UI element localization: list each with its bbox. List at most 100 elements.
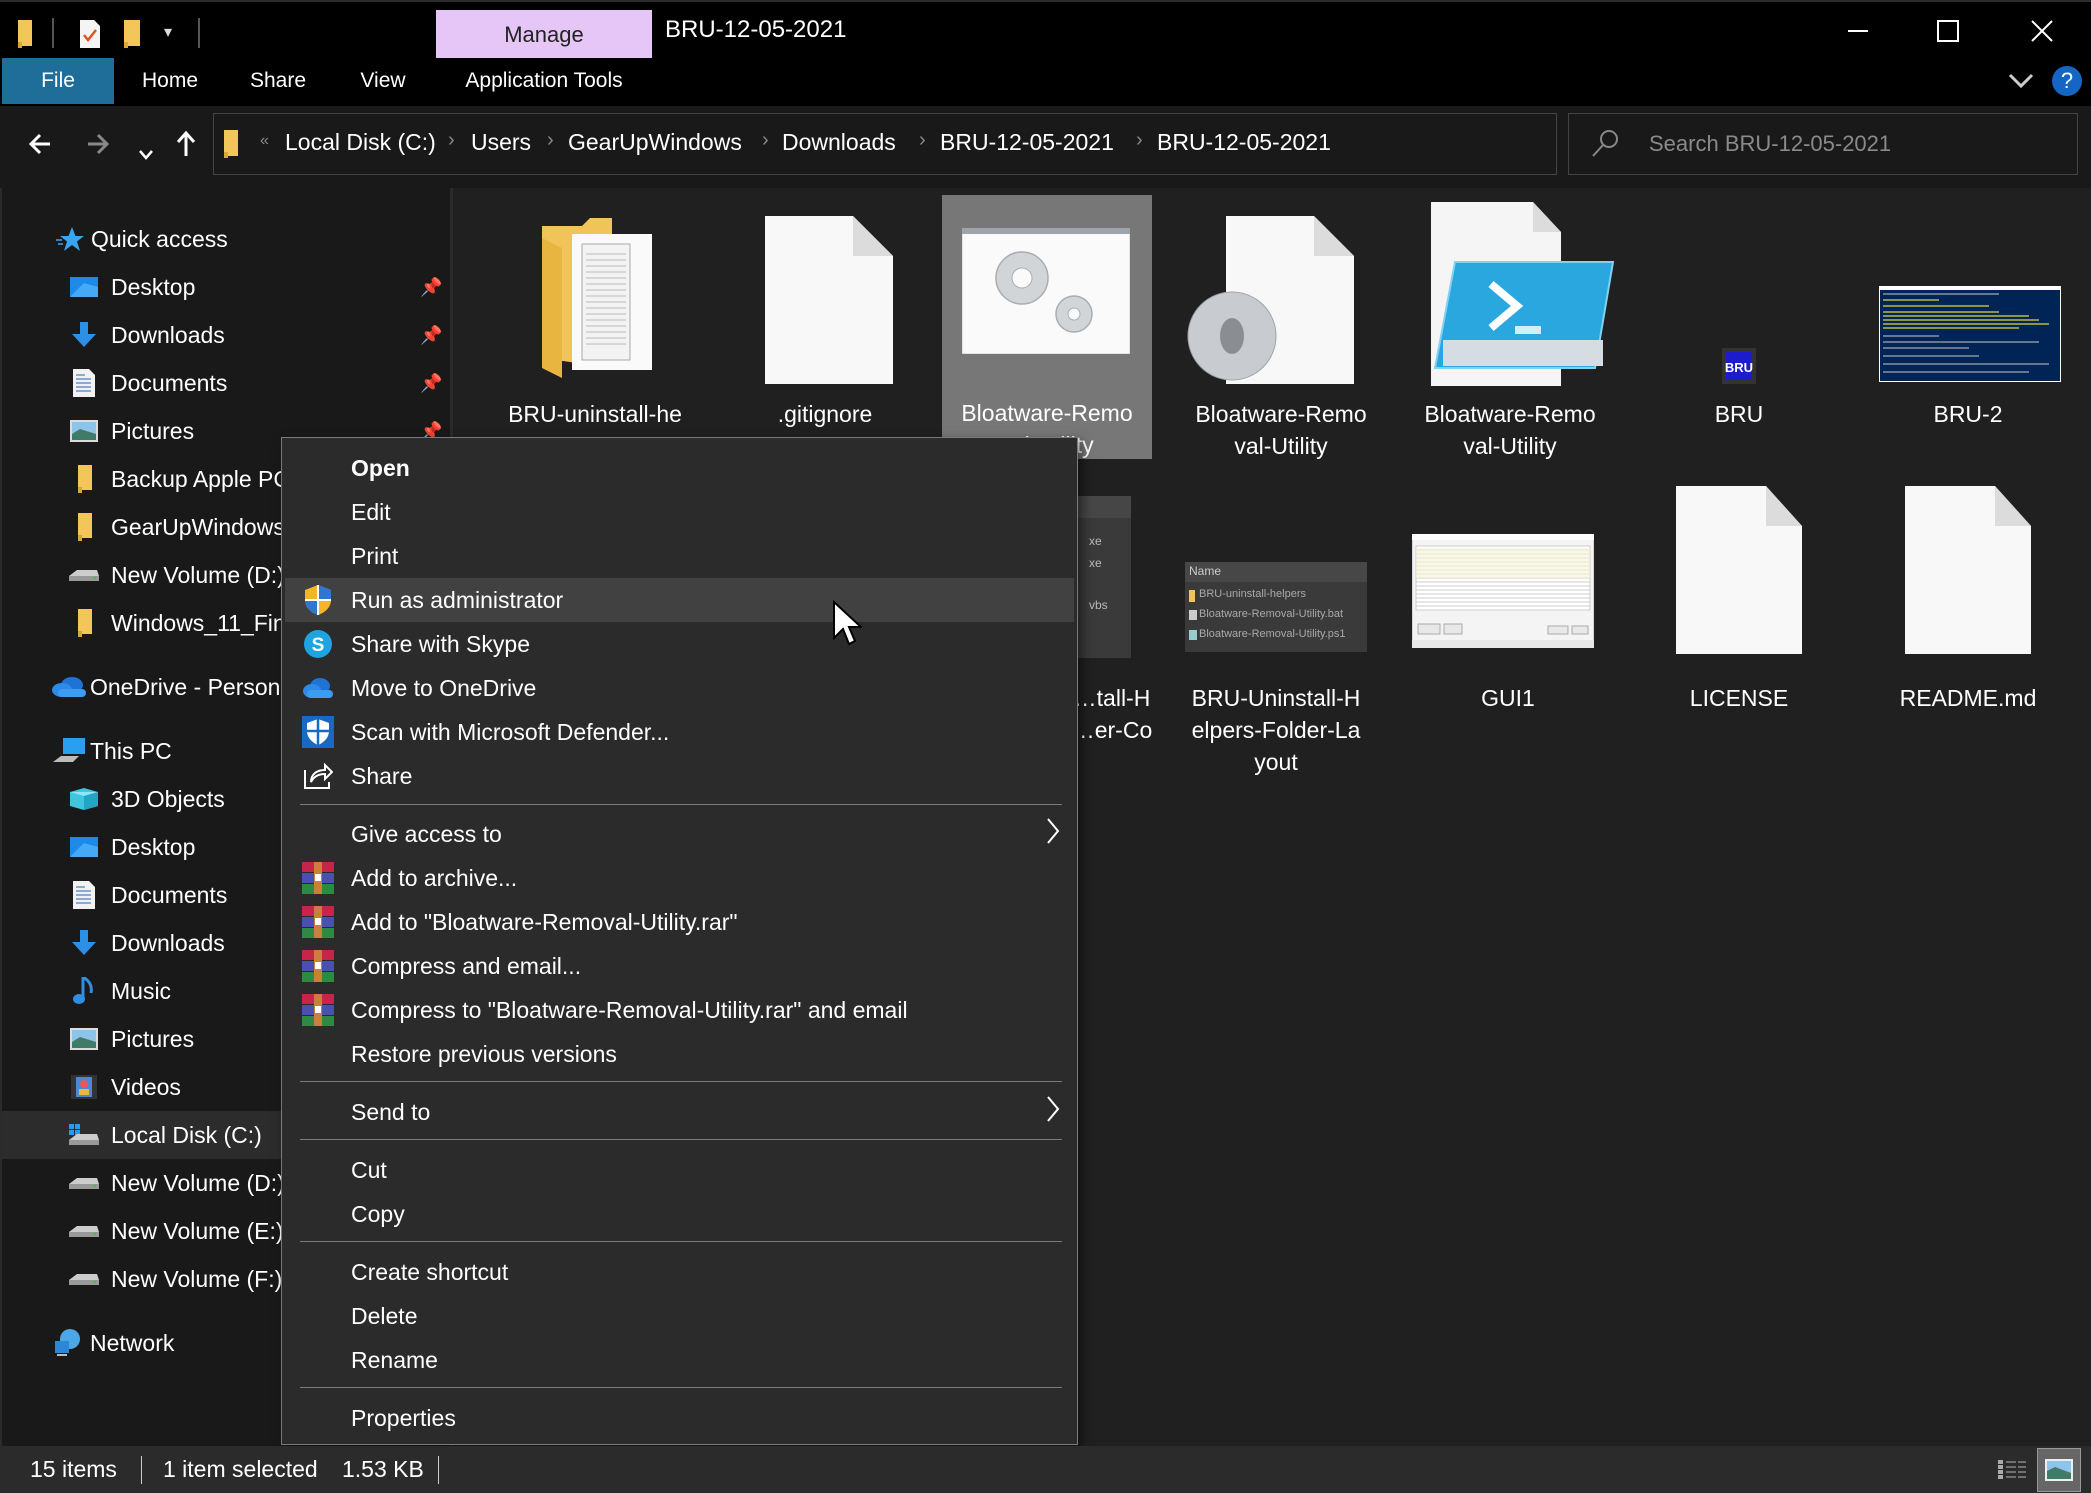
search-input[interactable]: Search BRU-12-05-2021 <box>1568 113 2078 175</box>
breadcrumb-gearupwindows[interactable]: GearUpWindows <box>568 129 742 156</box>
file-item[interactable]: .gitignore <box>720 196 930 444</box>
breadcrumb-bru-current[interactable]: BRU-12-05-2021 <box>1157 129 1331 156</box>
winrar-icon <box>301 861 335 895</box>
menu-item-copy[interactable]: Copy <box>285 1192 1074 1236</box>
file-item[interactable]: Bloatware-Remo val-Utility <box>1176 196 1386 459</box>
breadcrumb-local-disk[interactable]: Local Disk (C:) <box>285 129 436 156</box>
blank-file-icon <box>1905 486 2031 654</box>
menu-item-restore-previous-versions[interactable]: Restore previous versions <box>285 1032 1074 1076</box>
folder-icon <box>224 128 238 163</box>
pin-icon[interactable]: 📌 <box>420 325 442 346</box>
up-button[interactable] <box>176 130 196 163</box>
menu-item-rename[interactable]: Rename <box>285 1338 1074 1382</box>
menu-item-create-shortcut[interactable]: Create shortcut <box>285 1250 1074 1294</box>
file-item[interactable]: LICENSE <box>1634 486 1844 776</box>
menu-item-move-to-onedrive[interactable]: Move to OneDrive <box>285 666 1074 710</box>
minimize-button[interactable] <box>1812 2 1904 60</box>
breadcrumb-separator[interactable]: › <box>547 129 554 152</box>
breadcrumb-separator[interactable]: › <box>448 129 455 152</box>
address-bar[interactable]: « Local Disk (C:) › Users › GearUpWindow… <box>213 113 1749 175</box>
file-item[interactable]: BRU BRU <box>1634 196 1844 444</box>
forward-button[interactable] <box>86 130 110 162</box>
large-icons-view-button[interactable] <box>2037 1448 2081 1492</box>
menu-item-label: Give access to <box>351 820 502 847</box>
file-item[interactable]: GUI1 <box>1403 486 1613 776</box>
chevron-right-icon <box>1046 817 1060 852</box>
menu-item-give-access-to[interactable]: Give access to <box>285 812 1074 856</box>
breadcrumb-bru-parent[interactable]: BRU-12-05-2021 <box>940 129 1114 156</box>
maximize-button[interactable] <box>1902 2 1994 60</box>
pin-icon[interactable]: 📌 <box>420 373 442 394</box>
sidebar-item-downloads[interactable]: Downloads 📌 <box>2 311 452 359</box>
tab-share[interactable]: Share <box>232 58 324 104</box>
blank-file-icon <box>1676 486 1802 654</box>
menu-item-open[interactable]: Open <box>285 446 1074 490</box>
winrar-icon <box>301 949 335 983</box>
menu-item-share[interactable]: Share <box>285 754 1074 798</box>
menu-item-label: Properties <box>351 1404 456 1431</box>
tab-home[interactable]: Home <box>122 58 218 104</box>
menu-item-label: Restore previous versions <box>351 1040 617 1067</box>
expand-ribbon-button[interactable] <box>2008 70 2038 94</box>
tab-file[interactable]: File <box>2 58 114 104</box>
recent-locations-button[interactable] <box>138 136 154 168</box>
documents-icon <box>69 881 99 909</box>
drive-icon <box>69 1218 99 1244</box>
pin-icon[interactable]: 📌 <box>420 277 442 298</box>
sidebar-quick-access[interactable]: Quick access <box>2 215 452 263</box>
file-item-selected[interactable]: Bloatware-Remo val-Utility <box>942 195 1152 459</box>
menu-item-edit[interactable]: Edit <box>285 490 1074 534</box>
close-button[interactable] <box>1996 2 2088 60</box>
file-item[interactable]: BRU-2 <box>1863 196 2073 444</box>
menu-item-properties[interactable]: Properties <box>285 1396 1074 1440</box>
breadcrumb-overflow[interactable]: « <box>260 132 269 150</box>
file-name: README.md <box>1899 685 2037 711</box>
properties-icon[interactable] <box>80 20 100 53</box>
file-name: Bloatware-Remo <box>1424 401 1596 427</box>
sidebar-item-documents[interactable]: Documents 📌 <box>2 359 452 407</box>
sidebar-item-label: Documents <box>111 881 228 908</box>
menu-item-compress-to-rar-and-email[interactable]: Compress to "Bloatware-Removal-Utility.r… <box>285 988 1074 1032</box>
menu-item-add-to-rar[interactable]: Add to "Bloatware-Removal-Utility.rar" <box>285 900 1074 944</box>
breadcrumb-separator[interactable]: › <box>762 129 769 152</box>
back-button[interactable] <box>28 130 52 162</box>
breadcrumb-separator[interactable]: › <box>1136 129 1143 152</box>
menu-item-delete[interactable]: Delete <box>285 1294 1074 1338</box>
tab-application-tools[interactable]: Application Tools <box>436 58 652 104</box>
breadcrumb-users[interactable]: Users <box>471 129 531 156</box>
menu-item-compress-and-email[interactable]: Compress and email... <box>285 944 1074 988</box>
breadcrumb-separator[interactable]: › <box>919 129 926 152</box>
customize-toolbar-icon[interactable]: ▾ <box>164 22 172 42</box>
chevron-down-icon <box>2008 73 2034 89</box>
file-item[interactable]: README.md <box>1863 486 2073 776</box>
file-name: Bloatware-Remo <box>1195 401 1367 427</box>
sidebar-item-label: Network <box>90 1329 175 1356</box>
batch-file-icon <box>1187 216 1354 384</box>
details-view-button[interactable] <box>1998 1456 2028 1484</box>
tab-view[interactable]: View <box>340 58 426 104</box>
close-icon <box>2031 20 2053 42</box>
arrow-up-icon <box>176 130 196 156</box>
menu-item-cut[interactable]: Cut <box>285 1148 1074 1192</box>
menu-item-add-to-archive[interactable]: Add to archive... <box>285 856 1074 900</box>
breadcrumb-downloads[interactable]: Downloads <box>782 129 896 156</box>
menu-item-print[interactable]: Print <box>285 534 1074 578</box>
menu-item-scan-with-defender[interactable]: Scan with Microsoft Defender... <box>285 710 1074 754</box>
search-placeholder: Search BRU-12-05-2021 <box>1649 131 1892 156</box>
menu-item-share-with-skype[interactable]: S Share with Skype <box>285 622 1074 666</box>
file-item[interactable]: BRU-uninstall-he <box>490 196 700 444</box>
help-button[interactable]: ? <box>2052 66 2082 96</box>
menu-item-label: Compress to "Bloatware-Removal-Utility.r… <box>351 996 908 1023</box>
menu-item-label: Move to OneDrive <box>351 674 537 701</box>
sidebar-item-desktop[interactable]: Desktop 📌 <box>2 263 452 311</box>
chevron-right-icon <box>1046 1095 1060 1130</box>
new-folder-icon[interactable] <box>124 20 140 53</box>
file-item[interactable]: Bloatware-Remo val-Utility <box>1405 196 1615 459</box>
onedrive-icon <box>301 671 335 705</box>
file-item[interactable]: Name BRU-uninstall-helpers Bloatware-Rem… <box>1171 486 1381 776</box>
selection-size: 1.53 KB <box>342 1456 424 1482</box>
menu-item-run-as-administrator[interactable]: Run as administrator <box>285 578 1074 622</box>
manage-tab-group[interactable]: Manage <box>436 10 652 60</box>
image-thumbnail: xe xe vbs <box>1077 496 1131 658</box>
menu-item-send-to[interactable]: Send to <box>285 1090 1074 1134</box>
